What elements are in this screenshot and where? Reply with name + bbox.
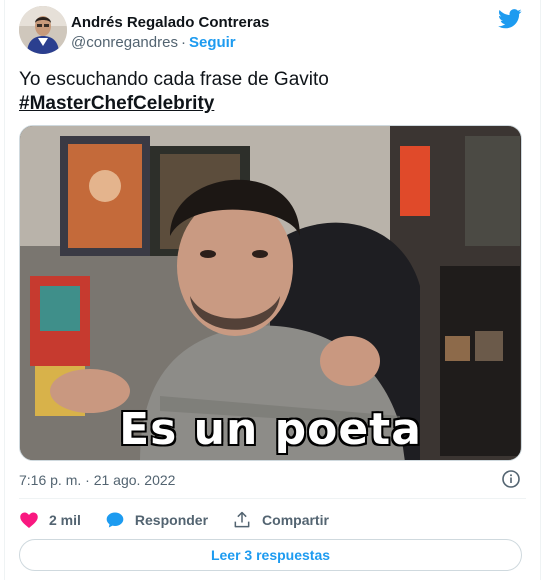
tweet-actions: 2 mil Responder Compartir bbox=[19, 508, 353, 532]
tweet-media-image[interactable]: Es un poeta bbox=[19, 125, 522, 461]
share-icon bbox=[234, 511, 250, 528]
author-handle[interactable]: @conregandres bbox=[71, 34, 178, 51]
speech-bubble-icon bbox=[106, 512, 124, 528]
info-icon[interactable] bbox=[502, 470, 520, 488]
like-count: 2 mil bbox=[49, 512, 81, 528]
share-label: Compartir bbox=[262, 512, 329, 528]
twitter-bird-icon[interactable] bbox=[498, 8, 522, 30]
divider bbox=[19, 498, 526, 499]
hashtag-link[interactable]: #MasterChefCelebrity bbox=[19, 92, 329, 116]
tweet-card: Andrés Regalado Contreras @conregandres ·… bbox=[4, 0, 541, 580]
separator-dot: · bbox=[180, 34, 186, 51]
avatar[interactable] bbox=[19, 6, 67, 54]
follow-button[interactable]: Seguir bbox=[189, 34, 236, 51]
reply-button[interactable]: Responder bbox=[105, 510, 208, 530]
read-replies-button[interactable]: Leer 3 respuestas bbox=[19, 539, 522, 571]
tweet-body: Yo escuchando cada frase de Gavito bbox=[19, 69, 329, 90]
tweet-timestamp[interactable]: 7:16 p. m. · 21 ago. 2022 bbox=[19, 472, 175, 488]
media-caption: Es un poeta bbox=[118, 403, 423, 457]
like-button[interactable]: 2 mil bbox=[19, 510, 81, 530]
author-handle-line: @conregandres · Seguir bbox=[71, 34, 236, 51]
tweet-text: Yo escuchando cada frase de Gavito #Mast… bbox=[19, 68, 329, 116]
heart-icon bbox=[20, 512, 38, 528]
author-display-name[interactable]: Andrés Regalado Contreras bbox=[71, 14, 269, 31]
reply-label: Responder bbox=[134, 512, 209, 528]
share-button[interactable]: Compartir bbox=[232, 510, 329, 530]
